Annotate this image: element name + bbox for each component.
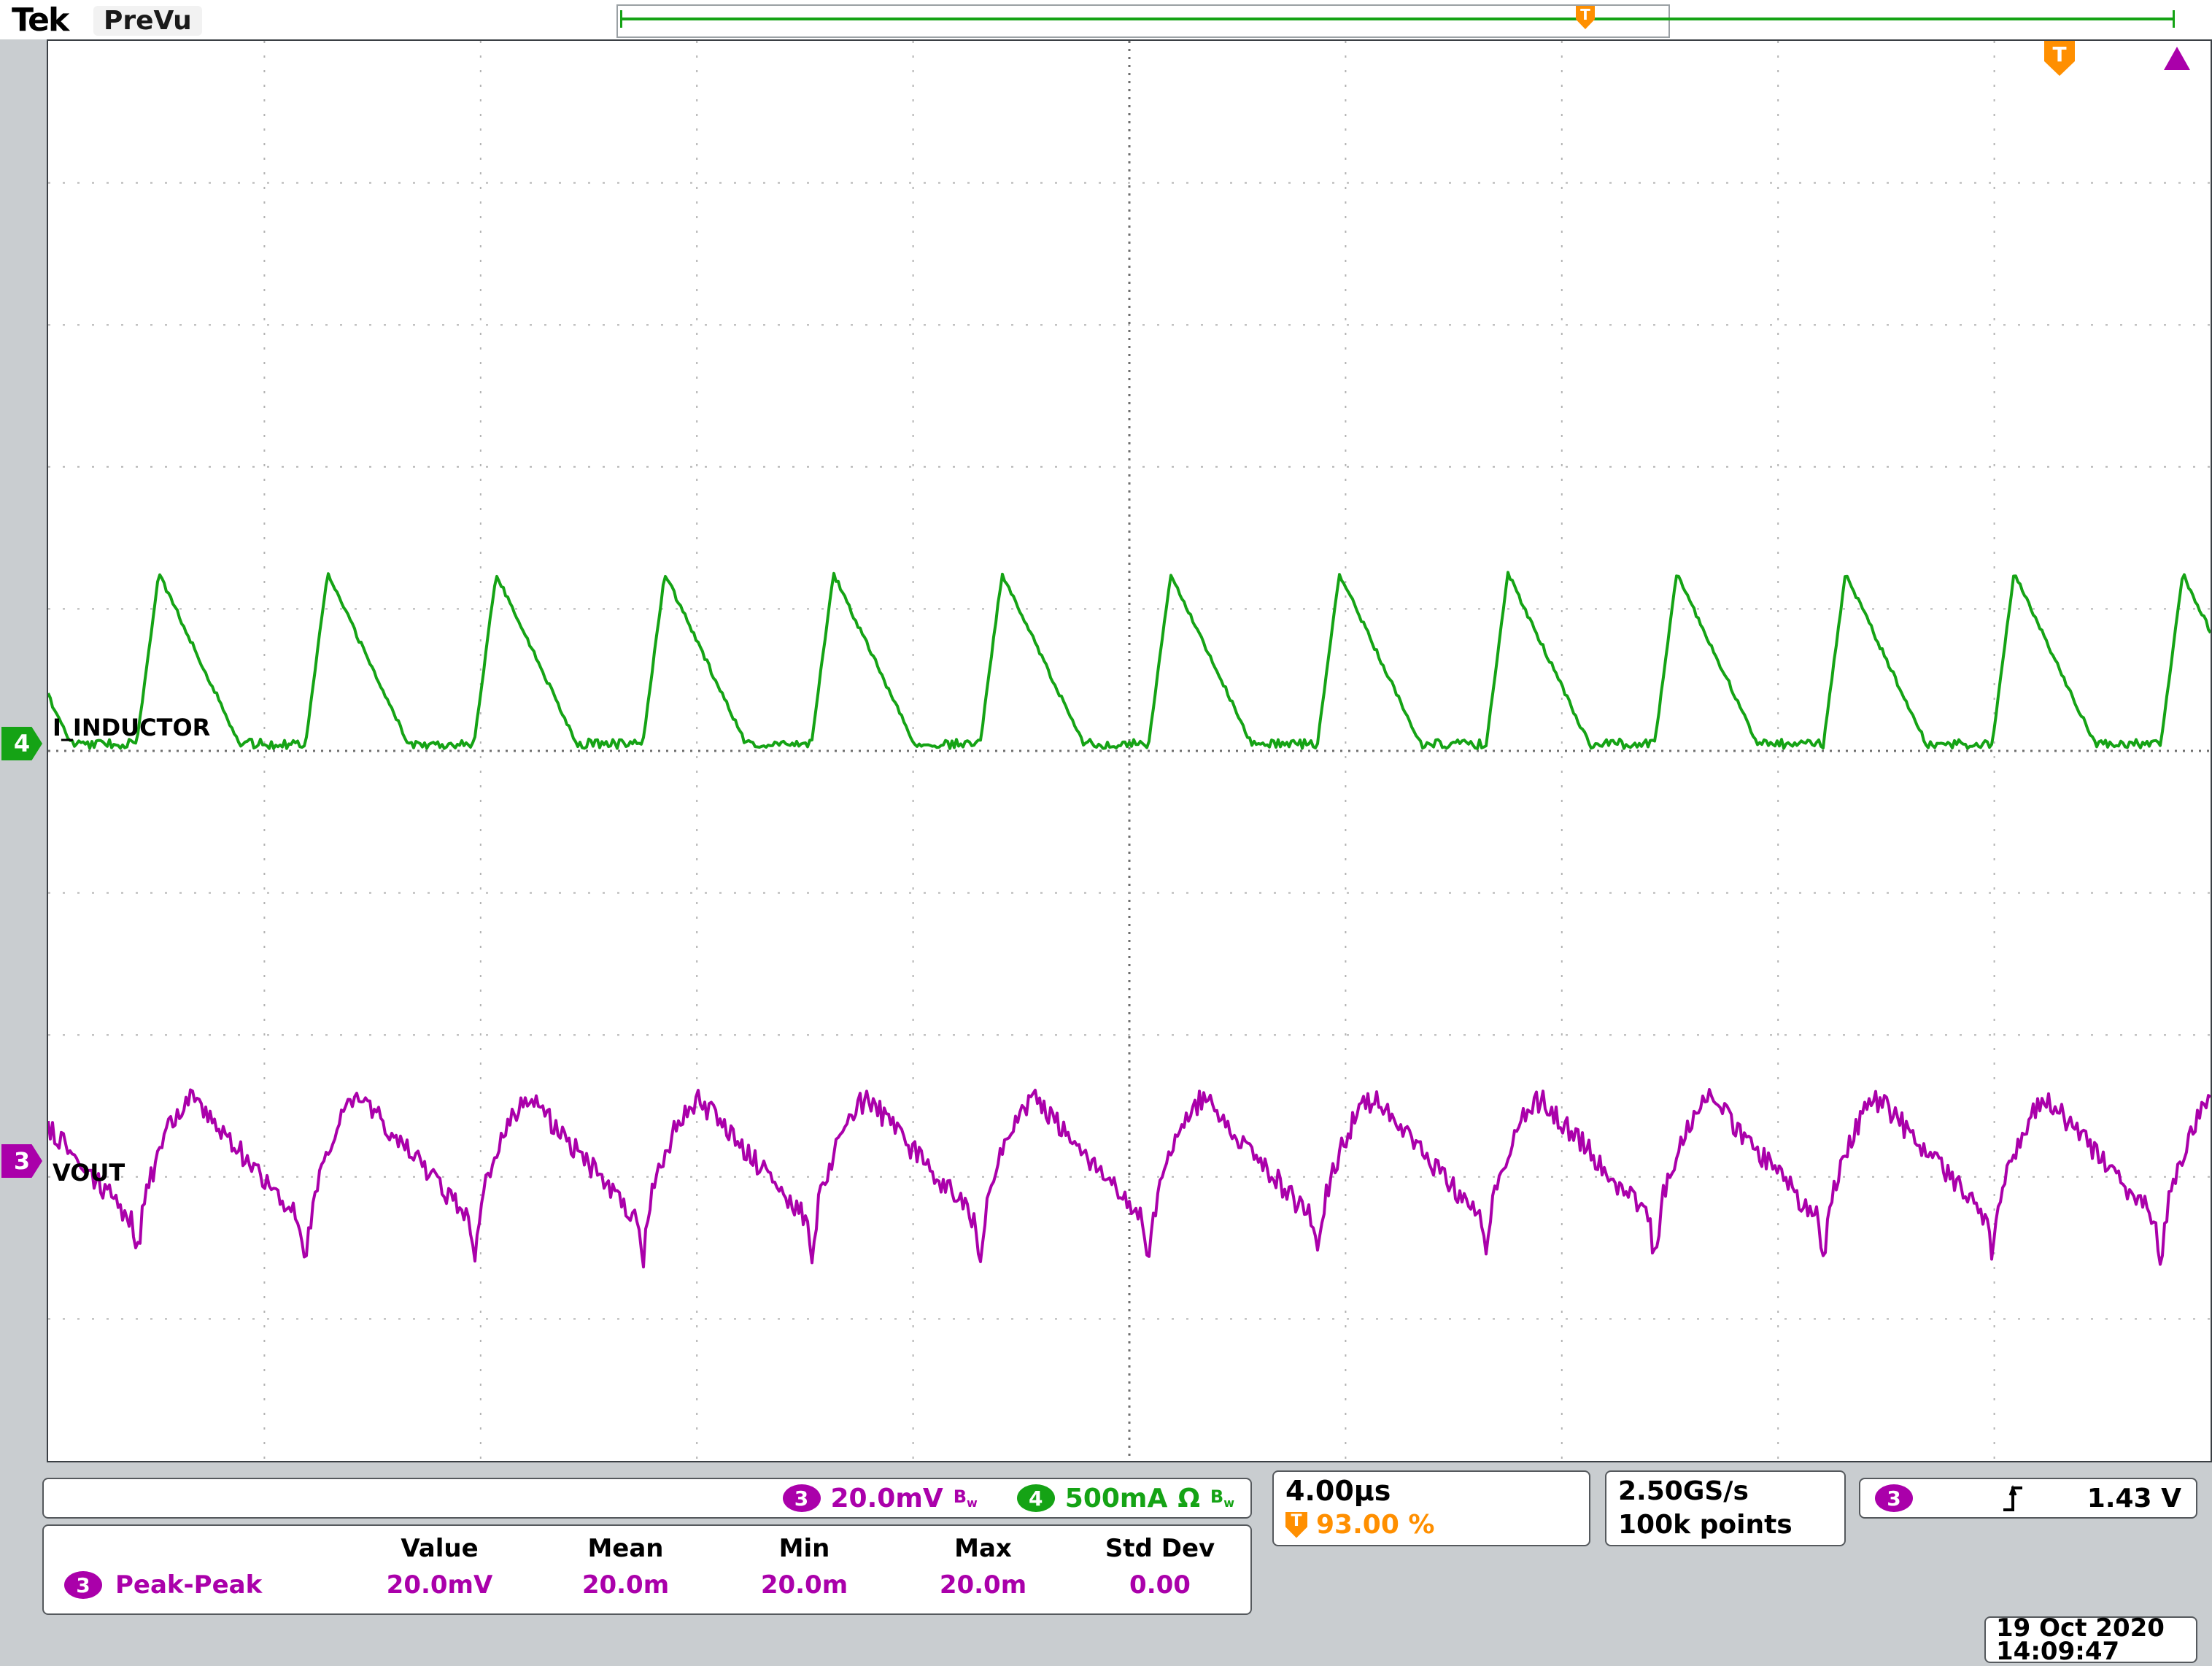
channel-3-number: 3	[76, 1573, 90, 1597]
measurement-mean: 20.0m	[581, 1570, 670, 1600]
record-view-left-tick	[620, 10, 622, 28]
top-status-bar: Tek PreVu T	[0, 0, 2212, 39]
channel-4-number: 4	[1029, 1486, 1043, 1511]
measurement-value: 20.0mV	[386, 1570, 493, 1600]
bandwidth-limit-icon: Bw	[1210, 1486, 1234, 1510]
tek-logo: Tek	[12, 1, 69, 39]
col-header-mean: Mean	[587, 1534, 664, 1563]
horizontal-readout: 4.00µs T 93.00 %	[1272, 1470, 1590, 1546]
channel-4-scale: 500mA	[1064, 1483, 1168, 1513]
measurements-header-row: Value Mean Min Max Std Dev	[44, 1530, 1250, 1567]
trigger-level-value: 1.43 V	[2087, 1483, 2181, 1513]
rising-edge-icon	[2003, 1484, 2022, 1511]
trigger-letter: T	[1291, 1511, 1302, 1530]
col-header-value: Value	[401, 1534, 479, 1563]
acquisition-mode-label: PreVu	[93, 6, 202, 36]
date-label: 19 Oct 2020	[1996, 1613, 2165, 1643]
measurement-name: Peak-Peak	[115, 1570, 263, 1600]
channel-3-scale: 20.0mV	[830, 1483, 943, 1513]
channel-4-number: 4	[13, 730, 31, 757]
trigger-source-badge: 3	[1875, 1484, 1913, 1512]
record-length: 100k points	[1618, 1510, 1793, 1540]
trigger-level-offscreen-arrow-icon[interactable]	[2164, 47, 2190, 70]
trigger-letter: T	[1580, 6, 1590, 23]
waveform-label-i-inductor: I_INDUCTOR	[53, 714, 211, 741]
channel-scale-readout: 3 20.0mV Bw 4 500mA Ω Bw	[42, 1478, 1252, 1519]
channel-4-impedance: Ω	[1177, 1483, 1200, 1513]
channel-4-marker[interactable]: 4	[1, 727, 42, 760]
measurement-name-cell: 3 Peak-Peak	[44, 1570, 343, 1600]
col-header-max: Max	[954, 1534, 1012, 1563]
channel-3-badge: 3	[782, 1484, 821, 1512]
measurements-table: Value Mean Min Max Std Dev 3 Peak-Peak 2…	[42, 1524, 1252, 1615]
channel-3-number: 3	[1887, 1486, 1901, 1511]
measurement-channel-badge: 3	[64, 1571, 102, 1599]
record-view-waveform-line	[620, 18, 2174, 20]
trigger-position-icon: T	[1285, 1511, 1307, 1538]
channel-3-marker[interactable]: 3	[1, 1144, 42, 1178]
acquisition-readout: 2.50GS/s 100k points	[1605, 1470, 1846, 1546]
timebase-value: 4.00µs	[1285, 1475, 1391, 1507]
waveform-plot	[48, 41, 2211, 1461]
record-view-window	[616, 4, 1670, 38]
sample-rate: 2.50GS/s	[1618, 1476, 1749, 1506]
measurement-row: 3 Peak-Peak 20.0mV 20.0m 20.0m 20.0m 0.0…	[44, 1567, 1250, 1603]
trigger-position-percent: 93.00 %	[1316, 1510, 1435, 1540]
measurement-max: 20.0m	[939, 1570, 1027, 1600]
bandwidth-limit-icon: Bw	[953, 1486, 978, 1510]
col-header-stddev: Std Dev	[1105, 1534, 1215, 1563]
measurement-min: 20.0m	[760, 1570, 848, 1600]
channel-4-badge: 4	[1016, 1484, 1055, 1512]
waveform-display-graticule: T	[47, 39, 2212, 1462]
time-label: 14:09:47	[1996, 1637, 2120, 1666]
measurement-stddev: 0.00	[1129, 1570, 1191, 1600]
channel-3-number: 3	[794, 1486, 809, 1511]
col-header-min: Min	[778, 1534, 830, 1563]
trigger-readout: 3 1.43 V	[1859, 1478, 2197, 1519]
waveform-label-vout: VOUT	[53, 1159, 125, 1187]
datetime-box: 19 Oct 2020 14:09:47	[1984, 1613, 2197, 1666]
trigger-letter: T	[2052, 42, 2067, 66]
channel-3-number: 3	[13, 1147, 31, 1175]
record-view-right-tick	[2173, 10, 2175, 28]
